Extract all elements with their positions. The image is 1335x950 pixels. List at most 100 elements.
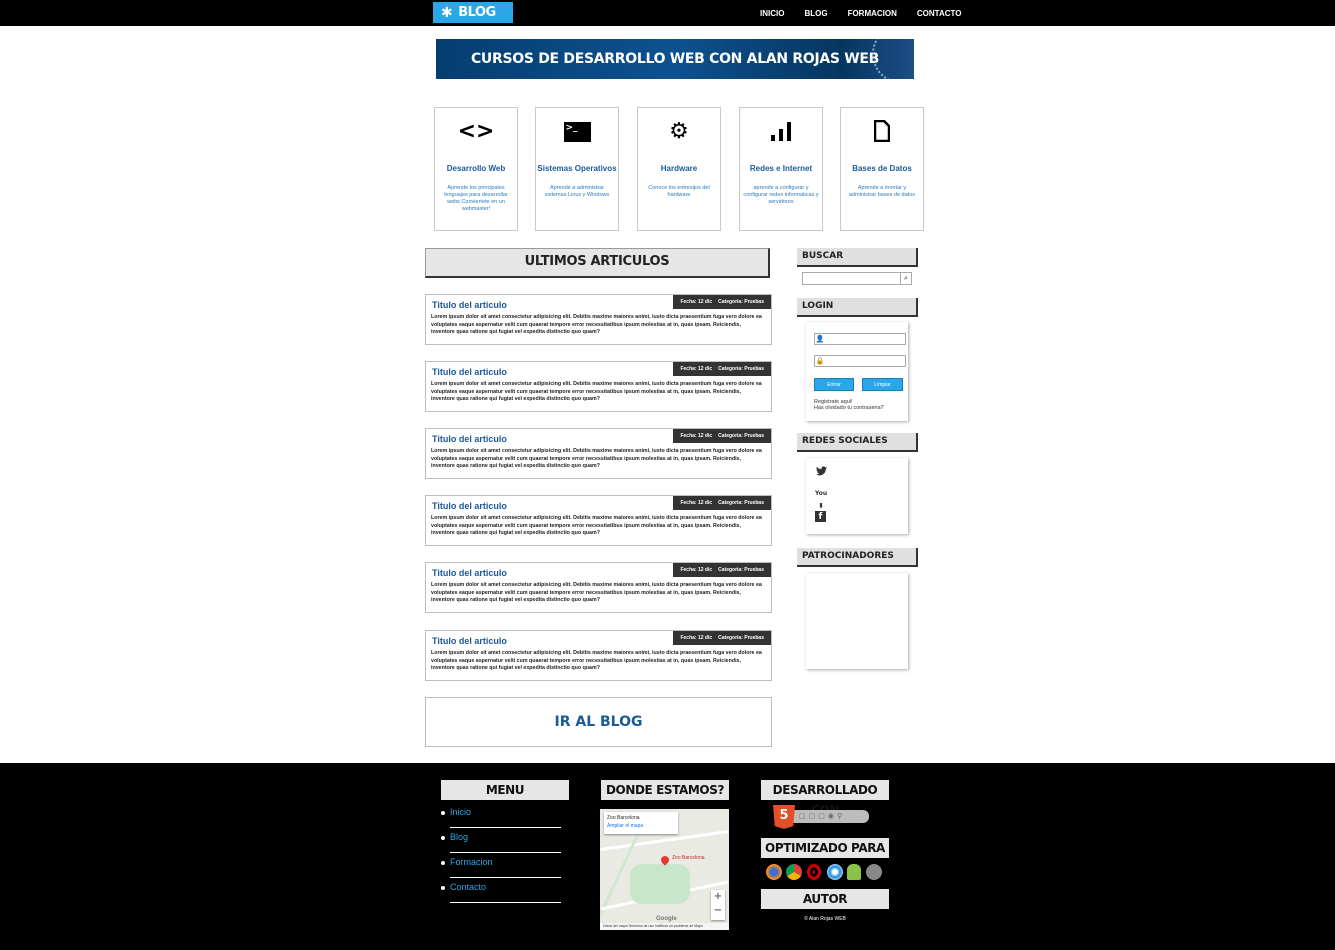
article-excerpt: Lorem ipsum dolor sit amet consectetur a… [431, 582, 762, 603]
password-field[interactable]: 🔒 [814, 355, 906, 367]
signal-bars-icon [740, 120, 822, 144]
terminal-icon: >_ [536, 120, 618, 144]
article-title[interactable]: Titulo del articulo [432, 568, 507, 578]
category-title: Sistemas Operativos [537, 164, 617, 173]
article-category: Categoria: Pruebas [718, 366, 764, 372]
map-place-name: Zoo Barcelona [607, 815, 640, 821]
article-title[interactable]: Titulo del articulo [432, 300, 507, 310]
footer: MENU Inicio Blog Formacion Contacto DOND… [0, 763, 1335, 950]
article-meta: Fecha: 12 dic Categoria: Pruebas [673, 295, 771, 309]
login-panel: 👤 🔒 Entrar Limpiar Registrate aqui! Has … [806, 322, 908, 421]
search-input[interactable] [803, 273, 900, 284]
article-card[interactable]: Titulo del articulo Fecha: 12 dic Categor… [425, 495, 772, 546]
article-category: Categoria: Pruebas [718, 500, 764, 506]
search-icon[interactable]: ⌕ [900, 273, 911, 284]
bullet-icon [441, 886, 445, 890]
blog-logo[interactable]: ✱ BLOG [433, 2, 513, 23]
sponsors-heading: PATROCINADORES [797, 548, 918, 567]
facebook-icon[interactable]: f [815, 511, 826, 522]
user-icon: 👤 [815, 336, 825, 343]
article-excerpt: Lorem ipsum dolor sit amet consectetur a… [431, 314, 762, 335]
clear-button[interactable]: Limpiar [862, 378, 903, 391]
footer-link-contacto[interactable]: Contacto [450, 882, 486, 892]
article-meta: Fecha: 12 dic Categoria: Pruebas [673, 362, 771, 376]
file-icon [841, 119, 923, 144]
category-desc: Aprende los principales lenguajes para d… [444, 185, 508, 212]
social-panel: You ▮ f [806, 458, 908, 534]
built-with-heading: DESARROLLADO CON [761, 780, 889, 817]
category-card-databases[interactable]: Bases de Datos Aprende a montar y admini… [840, 107, 924, 231]
go-to-blog-button[interactable]: IR AL BLOG [425, 697, 772, 747]
username-field[interactable]: 👤 [814, 333, 906, 345]
map-info-card: Zoo Barcelona Ampliar el mapa [604, 812, 678, 834]
category-card-os[interactable]: >_ Sistemas Operativos Aprende a adminis… [535, 107, 619, 231]
youtube-icon[interactable]: You ▮ [815, 488, 827, 509]
article-excerpt: Lorem ipsum dolor sit amet consectetur a… [431, 381, 762, 402]
category-desc: aprende a configurar y configurar redes … [743, 185, 819, 205]
username-input[interactable] [825, 334, 905, 344]
article-category: Categoria: Pruebas [718, 635, 764, 641]
bullet-icon [441, 836, 445, 840]
article-category: Categoria: Pruebas [718, 567, 764, 573]
embedded-map[interactable]: Zoo Barcelona Ampliar el mapa Zoo Barcel… [600, 809, 729, 930]
forgot-password-link[interactable]: Has olvidado tu contrasena? [814, 405, 884, 411]
gear-icon: ⚙ [669, 119, 689, 144]
footer-link-blog[interactable]: Blog [450, 832, 468, 842]
article-title[interactable]: Titulo del articulo [432, 636, 507, 646]
article-title[interactable]: Titulo del articulo [432, 434, 507, 444]
firefox-icon [766, 864, 782, 880]
apple-icon [866, 864, 882, 880]
bullet-icon [441, 811, 445, 815]
footer-link-inicio[interactable]: Inicio [450, 807, 471, 817]
main-nav: INICIO BLOG FORMACION CONTACTO [750, 0, 971, 26]
password-input[interactable] [825, 356, 905, 366]
category-title: Bases de Datos [852, 164, 912, 173]
article-date: Fecha: 12 dic [680, 500, 713, 506]
category-title: Desarrollo Web [446, 164, 506, 173]
social-heading: REDES SOCIALES [797, 433, 918, 452]
article-card[interactable]: Titulo del articulo Fecha: 12 dic Categor… [425, 361, 772, 412]
article-card[interactable]: Titulo del articulo Fecha: 12 dic Categor… [425, 562, 772, 613]
map-pin-label: Zoo Barcelona [672, 855, 705, 861]
banner-text: CURSOS DE DESARROLLO WEB CON ALAN ROJAS … [470, 51, 880, 67]
map-footer-links[interactable]: Datos del mapa Terminos de uso Notificar… [600, 923, 729, 930]
top-navbar: ✱ BLOG INICIO BLOG FORMACION CONTACTO [0, 0, 1335, 26]
article-excerpt: Lorem ipsum dolor sit amet consectetur a… [431, 448, 762, 469]
nav-contacto[interactable]: CONTACTO [917, 9, 962, 18]
twitter-icon[interactable] [815, 466, 827, 478]
category-desc: Conoce los entresijos del hardware [648, 185, 710, 198]
article-card[interactable]: Titulo del articulo Fecha: 12 dic Categor… [425, 428, 772, 479]
category-card-networks[interactable]: Redes e Internet aprende a configurar y … [739, 107, 823, 231]
logo-label: BLOG [458, 5, 496, 20]
article-meta: Fecha: 12 dic Categoria: Pruebas [673, 496, 771, 510]
nav-formacion[interactable]: FORMACION [848, 9, 897, 18]
article-date: Fecha: 12 dic [680, 433, 713, 439]
nav-inicio[interactable]: INICIO [760, 9, 784, 18]
category-desc: Aprende a montar y administrar bases de … [848, 185, 916, 198]
footer-menu-item: Blog [441, 828, 561, 853]
map-enlarge-link[interactable]: Ampliar el mapa [607, 823, 675, 829]
article-excerpt: Lorem ipsum dolor sit amet consectetur a… [431, 515, 762, 536]
map-zoom-controls[interactable]: + − [711, 890, 725, 920]
map-park [630, 864, 690, 904]
html5-badge: ▢▢▢◉⚲ 5 [773, 805, 869, 829]
article-date: Fecha: 12 dic [680, 299, 713, 305]
footer-menu-item: Contacto [441, 878, 561, 903]
article-card[interactable]: Titulo del articulo Fecha: 12 dic Categor… [425, 294, 772, 345]
article-title[interactable]: Titulo del articulo [432, 501, 507, 511]
gear-icon: ✱ [441, 4, 453, 21]
login-button[interactable]: Entrar [814, 378, 854, 391]
category-card-web[interactable]: <> Desarrollo Web Aprende los principale… [434, 107, 518, 231]
footer-link-formacion[interactable]: Formacion [450, 857, 493, 867]
article-meta: Fecha: 12 dic Categoria: Pruebas [673, 563, 771, 577]
category-desc: Aprende a administrar sistemas Linux y W… [544, 185, 610, 198]
article-title[interactable]: Titulo del articulo [432, 367, 507, 377]
android-icon [847, 864, 861, 880]
map-brand: Google [656, 916, 677, 922]
opera-icon [807, 864, 821, 880]
author-heading: AUTOR [761, 889, 889, 909]
category-card-hardware[interactable]: ⚙ Hardware Conoce los entresijos del har… [637, 107, 721, 231]
article-excerpt: Lorem ipsum dolor sit amet consectetur a… [431, 650, 762, 671]
article-card[interactable]: Titulo del articulo Fecha: 12 dic Categor… [425, 630, 772, 681]
nav-blog[interactable]: BLOG [804, 9, 827, 18]
